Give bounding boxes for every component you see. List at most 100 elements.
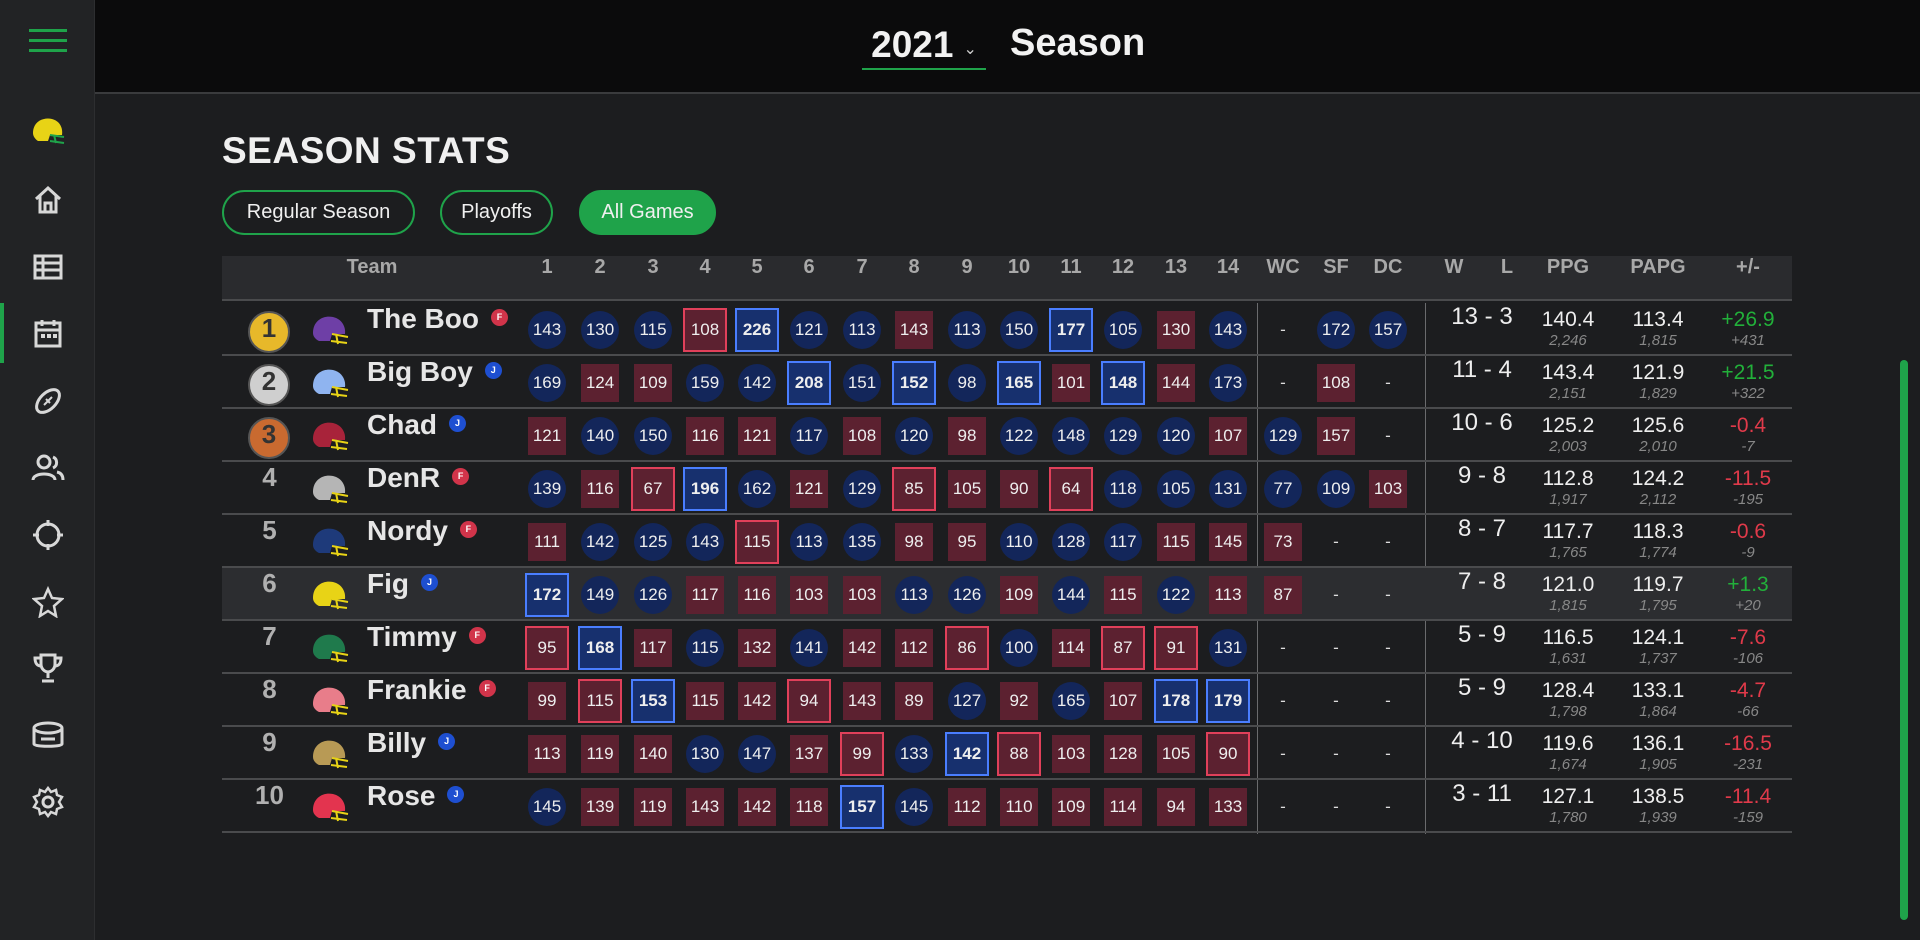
week-score[interactable]: 196 — [683, 466, 727, 511]
week-score[interactable]: 130 — [581, 310, 619, 349]
week-score[interactable]: 142 — [581, 522, 619, 561]
week-score[interactable]: 103 — [790, 575, 828, 614]
semifinal-score[interactable]: 172 — [1317, 310, 1355, 349]
week-score[interactable]: 67 — [631, 466, 675, 511]
championship-score[interactable]: 103 — [1369, 469, 1407, 508]
week-score[interactable]: 115 — [1157, 522, 1195, 561]
week-score[interactable]: 208 — [787, 360, 831, 405]
week-score[interactable]: 105 — [948, 469, 986, 508]
week-score[interactable]: 139 — [528, 469, 566, 508]
semifinal-score[interactable]: - — [1317, 629, 1355, 667]
week-score[interactable]: 139 — [581, 787, 619, 826]
week-score[interactable]: 124 — [581, 363, 619, 402]
tab-regular-season[interactable]: Regular Season — [222, 190, 415, 235]
team-name[interactable]: Billy J — [367, 727, 456, 780]
week-score[interactable]: 117 — [1104, 522, 1142, 561]
team-name[interactable]: Chad J — [367, 409, 466, 462]
week-score[interactable]: 145 — [528, 787, 566, 826]
week-score[interactable]: 157 — [840, 784, 884, 829]
wildcard-score[interactable]: - — [1264, 311, 1302, 349]
week-score[interactable]: 126 — [634, 575, 672, 614]
week-score[interactable]: 143 — [686, 522, 724, 561]
week-score[interactable]: 113 — [790, 522, 828, 561]
column-header-20[interactable]: PPG — [1538, 256, 1598, 301]
championship-score[interactable]: - — [1369, 576, 1407, 614]
week-score[interactable]: 162 — [738, 469, 776, 508]
week-score[interactable]: 165 — [1052, 681, 1090, 720]
week-score[interactable]: 105 — [1104, 310, 1142, 349]
week-score[interactable]: 127 — [948, 681, 986, 720]
week-score[interactable]: 90 — [1206, 731, 1250, 776]
wildcard-score[interactable]: - — [1264, 629, 1302, 667]
week-score[interactable]: 150 — [634, 416, 672, 455]
table-row[interactable]: 10 Rose J 145 139 119 143 142 118 157 145 112 110 109… — [222, 780, 1792, 833]
week-score[interactable]: 142 — [945, 731, 989, 776]
tab-playoffs[interactable]: Playoffs — [440, 190, 553, 235]
week-score[interactable]: 115 — [634, 310, 672, 349]
target-icon[interactable] — [0, 510, 95, 560]
team-name[interactable]: DenR F — [367, 462, 470, 515]
week-score[interactable]: 109 — [634, 363, 672, 402]
week-score[interactable]: 145 — [895, 787, 933, 826]
week-score[interactable]: 226 — [735, 307, 779, 352]
week-score[interactable]: 118 — [790, 787, 828, 826]
week-score[interactable]: 141 — [790, 628, 828, 667]
week-score[interactable]: 142 — [843, 628, 881, 667]
week-score[interactable]: 101 — [1052, 363, 1090, 402]
trophy-icon[interactable] — [0, 643, 95, 693]
wildcard-score[interactable]: 129 — [1264, 416, 1302, 455]
week-score[interactable]: 143 — [895, 310, 933, 349]
week-score[interactable]: 128 — [1104, 734, 1142, 773]
table-row[interactable]: 5 Nordy F 111 142 125 143 115 113 135 98 95 110 128 11… — [222, 515, 1792, 568]
column-header-15[interactable]: WC — [1253, 256, 1313, 301]
week-score[interactable]: 159 — [686, 363, 724, 402]
week-score[interactable]: 98 — [948, 416, 986, 455]
column-header-8[interactable]: 8 — [884, 256, 944, 301]
week-score[interactable]: 98 — [948, 363, 986, 402]
wildcard-score[interactable]: - — [1264, 735, 1302, 773]
week-score[interactable]: 120 — [1157, 416, 1195, 455]
table-row[interactable]: 4 DenR F 139 116 67 196 162 121 129 85 105 90 64 118 10… — [222, 462, 1792, 515]
week-score[interactable]: 94 — [787, 678, 831, 723]
week-score[interactable]: 115 — [686, 681, 724, 720]
week-score[interactable]: 92 — [1000, 681, 1038, 720]
week-score[interactable]: 95 — [525, 625, 569, 670]
week-score[interactable]: 140 — [634, 734, 672, 773]
wildcard-score[interactable]: 73 — [1264, 522, 1302, 561]
column-header-1[interactable]: 1 — [517, 256, 577, 301]
semifinal-score[interactable]: - — [1317, 576, 1355, 614]
team-name[interactable]: The Boo F — [367, 303, 508, 356]
week-score[interactable]: 113 — [528, 734, 566, 773]
team-name[interactable]: Fig J — [367, 568, 438, 621]
wildcard-score[interactable]: 77 — [1264, 469, 1302, 508]
week-score[interactable]: 64 — [1049, 466, 1093, 511]
tab-all-games[interactable]: All Games — [579, 190, 716, 235]
week-score[interactable]: 143 — [1209, 310, 1247, 349]
column-header-19[interactable]: L — [1477, 256, 1537, 301]
column-header-10[interactable]: 10 — [989, 256, 1049, 301]
week-score[interactable]: 148 — [1052, 416, 1090, 455]
week-score[interactable]: 118 — [1104, 469, 1142, 508]
table-row[interactable]: 9 Billy J 113 119 140 130 147 137 99 133 142 88 103 12… — [222, 727, 1792, 780]
week-score[interactable]: 109 — [1052, 787, 1090, 826]
semifinal-score[interactable]: - — [1317, 682, 1355, 720]
semifinal-score[interactable]: 109 — [1317, 469, 1355, 508]
helmet-logo-icon[interactable] — [0, 106, 95, 156]
week-score[interactable]: 142 — [738, 363, 776, 402]
settings-icon[interactable] — [0, 777, 95, 827]
wildcard-score[interactable]: - — [1264, 364, 1302, 402]
team-name[interactable]: Nordy F — [367, 515, 477, 568]
week-score[interactable]: 103 — [1052, 734, 1090, 773]
week-score[interactable]: 121 — [790, 310, 828, 349]
table-row[interactable]: 7 Timmy F 95 168 117 115 132 141 142 112 86 100 114 87… — [222, 621, 1792, 674]
semifinal-score[interactable]: 108 — [1317, 363, 1355, 402]
week-score[interactable]: 116 — [581, 469, 619, 508]
week-score[interactable]: 98 — [895, 522, 933, 561]
week-score[interactable]: 115 — [735, 519, 779, 564]
championship-score[interactable]: - — [1369, 629, 1407, 667]
week-score[interactable]: 99 — [528, 681, 566, 720]
week-score[interactable]: 142 — [738, 681, 776, 720]
week-score[interactable]: 99 — [840, 731, 884, 776]
week-score[interactable]: 107 — [1104, 681, 1142, 720]
week-score[interactable]: 129 — [1104, 416, 1142, 455]
